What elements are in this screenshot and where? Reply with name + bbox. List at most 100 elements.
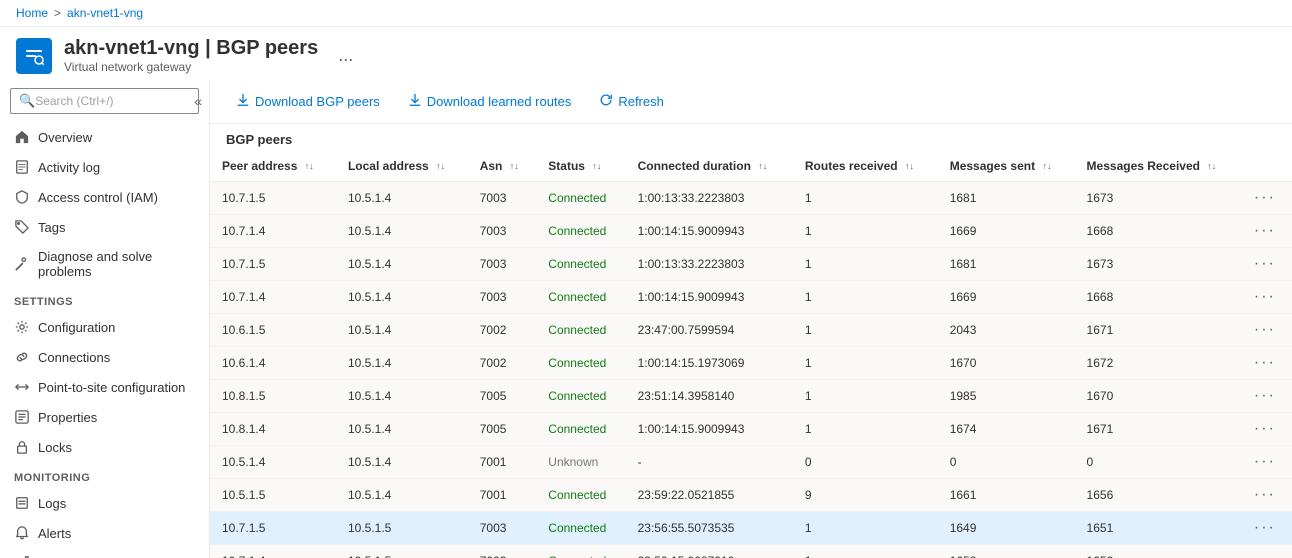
row-more-icon[interactable]: ··· (1254, 288, 1276, 305)
download-routes-button[interactable]: Download learned routes (398, 88, 582, 115)
download-bgp-label: Download BGP peers (255, 94, 380, 109)
cell-status: Connected (536, 314, 625, 347)
sidebar-item-alerts[interactable]: Alerts (0, 518, 209, 548)
cell-row-actions[interactable]: ··· (1242, 380, 1292, 413)
sidebar-item-overview[interactable]: Overview (0, 122, 209, 152)
col-connected-duration[interactable]: Connected duration ↑↓ (626, 151, 793, 182)
link-icon (14, 349, 30, 365)
table-row[interactable]: 10.7.1.5 10.5.1.4 7003 Connected 1:00:13… (210, 182, 1292, 215)
row-more-icon[interactable]: ··· (1254, 387, 1276, 404)
col-routes-received[interactable]: Routes received ↑↓ (793, 151, 938, 182)
cell-row-actions[interactable]: ··· (1242, 446, 1292, 479)
col-peer-address[interactable]: Peer address ↑↓ (210, 151, 336, 182)
cell-routes: 1 (793, 248, 938, 281)
col-messages-received[interactable]: Messages Received ↑↓ (1075, 151, 1242, 182)
cell-status: Connected (536, 413, 625, 446)
cell-row-actions[interactable]: ··· (1242, 281, 1292, 314)
breadcrumb-home[interactable]: Home (16, 6, 48, 20)
row-more-icon[interactable]: ··· (1254, 255, 1276, 272)
sidebar-item-metrics[interactable]: Metrics (0, 548, 209, 558)
tag-icon (14, 219, 30, 235)
row-more-icon[interactable]: ··· (1254, 552, 1276, 558)
collapse-icon[interactable]: « (194, 93, 202, 109)
cell-routes: 1 (793, 215, 938, 248)
sidebar-item-configuration[interactable]: Configuration (0, 312, 209, 342)
cell-asn: 7003 (468, 248, 537, 281)
cell-row-actions[interactable]: ··· (1242, 512, 1292, 545)
cell-row-actions[interactable]: ··· (1242, 479, 1292, 512)
row-more-icon[interactable]: ··· (1254, 321, 1276, 338)
col-asn[interactable]: Asn ↑↓ (468, 151, 537, 182)
download-bgp-button[interactable]: Download BGP peers (226, 88, 390, 115)
monitoring-section-label: Monitoring (0, 462, 209, 488)
sidebar-item-label: Tags (38, 220, 65, 235)
cell-row-actions[interactable]: ··· (1242, 545, 1292, 558)
refresh-button[interactable]: Refresh (589, 88, 674, 115)
page-title: akn-vnet1-vng | BGP peers (64, 37, 318, 60)
row-more-icon[interactable]: ··· (1254, 519, 1276, 536)
cell-asn: 7003 (468, 512, 537, 545)
cell-asn: 7003 (468, 182, 537, 215)
breadcrumb: Home > akn-vnet1-vng (0, 0, 1292, 27)
cell-row-actions[interactable]: ··· (1242, 347, 1292, 380)
table-row[interactable]: 10.7.1.5 10.5.1.4 7003 Connected 1:00:13… (210, 248, 1292, 281)
table-row[interactable]: 10.7.1.4 10.5.1.4 7003 Connected 1:00:14… (210, 215, 1292, 248)
row-more-icon[interactable]: ··· (1254, 486, 1276, 503)
cell-routes: 1 (793, 281, 938, 314)
table-row[interactable]: 10.6.1.5 10.5.1.4 7002 Connected 23:47:0… (210, 314, 1292, 347)
toolbar: Download BGP peers Download learned rout… (210, 80, 1292, 124)
sidebar-item-locks[interactable]: Locks (0, 432, 209, 462)
row-more-icon[interactable]: ··· (1254, 453, 1276, 470)
search-input[interactable] (35, 94, 190, 108)
table-row[interactable]: 10.7.1.5 10.5.1.5 7003 Connected 23:56:5… (210, 512, 1292, 545)
table-section: BGP peers Peer address ↑↓ Local address … (210, 124, 1292, 558)
row-more-icon[interactable]: ··· (1254, 222, 1276, 239)
table-row[interactable]: 10.5.1.5 10.5.1.4 7001 Connected 23:59:2… (210, 479, 1292, 512)
download-bgp-icon (236, 93, 250, 110)
cell-row-actions[interactable]: ··· (1242, 314, 1292, 347)
cell-row-actions[interactable]: ··· (1242, 215, 1292, 248)
cell-received: 1668 (1075, 215, 1242, 248)
sidebar-item-tags[interactable]: Tags (0, 212, 209, 242)
sidebar-item-logs[interactable]: Logs (0, 488, 209, 518)
sidebar: 🔍 « Overview Activity log Access control… (0, 80, 210, 558)
table-row[interactable]: 10.8.1.4 10.5.1.4 7005 Connected 1:00:14… (210, 413, 1292, 446)
col-status[interactable]: Status ↑↓ (536, 151, 625, 182)
cell-row-actions[interactable]: ··· (1242, 248, 1292, 281)
table-row[interactable]: 10.5.1.4 10.5.1.4 7001 Unknown - 0 0 0 ·… (210, 446, 1292, 479)
table-row[interactable]: 10.8.1.5 10.5.1.4 7005 Connected 23:51:1… (210, 380, 1292, 413)
cell-local-address: 10.5.1.4 (336, 380, 468, 413)
page-subtitle: Virtual network gateway (64, 60, 318, 74)
cell-asn: 7003 (468, 215, 537, 248)
sidebar-item-label: Access control (IAM) (38, 190, 158, 205)
cell-row-actions[interactable]: ··· (1242, 182, 1292, 215)
cell-local-address: 10.5.1.4 (336, 281, 468, 314)
refresh-icon (599, 93, 613, 110)
table-row[interactable]: 10.7.1.4 10.5.1.5 7003 Connected 23:59:1… (210, 545, 1292, 558)
cell-row-actions[interactable]: ··· (1242, 413, 1292, 446)
table-row[interactable]: 10.6.1.4 10.5.1.4 7002 Connected 1:00:14… (210, 347, 1292, 380)
col-local-address[interactable]: Local address ↑↓ (336, 151, 468, 182)
row-more-icon[interactable]: ··· (1254, 354, 1276, 371)
sidebar-item-diagnose[interactable]: Diagnose and solve problems (0, 242, 209, 286)
sidebar-item-connections[interactable]: Connections (0, 342, 209, 372)
section-title: BGP peers (210, 124, 1292, 151)
cell-duration: 23:59:15.9087910 (626, 545, 793, 558)
row-more-icon[interactable]: ··· (1254, 189, 1276, 206)
sidebar-item-activity-log[interactable]: Activity log (0, 152, 209, 182)
sidebar-item-point-to-site[interactable]: Point-to-site configuration (0, 372, 209, 402)
cell-status: Connected (536, 248, 625, 281)
settings-section-label: Settings (0, 286, 209, 312)
sidebar-item-properties[interactable]: Properties (0, 402, 209, 432)
cell-status: Unknown (536, 446, 625, 479)
shield-icon (14, 189, 30, 205)
more-options-icon[interactable]: ... (338, 45, 353, 66)
row-more-icon[interactable]: ··· (1254, 420, 1276, 437)
breadcrumb-current[interactable]: akn-vnet1-vng (67, 6, 143, 20)
col-actions (1242, 151, 1292, 182)
sidebar-item-access-control[interactable]: Access control (IAM) (0, 182, 209, 212)
sidebar-item-label: Logs (38, 496, 66, 511)
table-row[interactable]: 10.7.1.4 10.5.1.4 7003 Connected 1:00:14… (210, 281, 1292, 314)
col-messages-sent[interactable]: Messages sent ↑↓ (938, 151, 1075, 182)
cell-routes: 0 (793, 446, 938, 479)
